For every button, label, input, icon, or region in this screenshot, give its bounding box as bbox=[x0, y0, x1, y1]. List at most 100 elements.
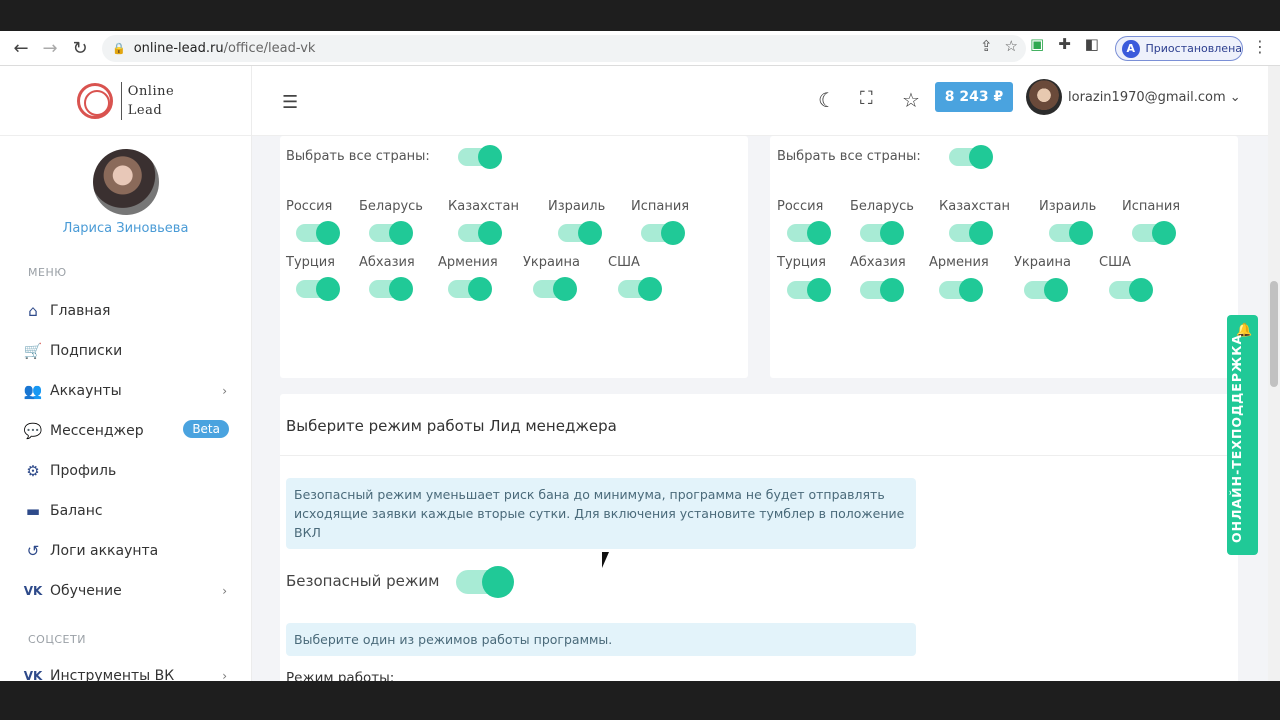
country-label: Абхазия bbox=[359, 255, 415, 270]
country-label: Беларусь bbox=[850, 199, 914, 214]
kebab-menu-icon[interactable]: ⋮ bbox=[1252, 37, 1268, 56]
scrollbar-thumb[interactable] bbox=[1270, 281, 1278, 387]
main-content: Выбрать все страны: Россия Беларусь Каза… bbox=[252, 136, 1268, 681]
history-icon: ↺ bbox=[26, 542, 40, 560]
profile-status: Приостановлена bbox=[1145, 42, 1242, 55]
back-icon[interactable]: ← bbox=[6, 33, 36, 63]
sidebar-item-subscriptions[interactable]: 🛒 Подписки bbox=[0, 331, 251, 371]
home-icon: ⌂ bbox=[28, 302, 38, 320]
chevron-right-icon: › bbox=[222, 584, 227, 598]
country-toggle[interactable] bbox=[618, 277, 662, 301]
forward-icon[interactable]: → bbox=[35, 33, 65, 63]
social-section-title: СОЦСЕТИ bbox=[28, 633, 86, 646]
user-email-dropdown[interactable]: lorazin1970@gmail.com ⌄ bbox=[1068, 90, 1241, 105]
sidebar-item-messenger[interactable]: 💬 Мессенджер Beta bbox=[0, 411, 251, 451]
moon-icon[interactable]: ☾ bbox=[818, 88, 836, 112]
country-toggle[interactable] bbox=[1049, 221, 1093, 245]
logo-text: Online Lead bbox=[120, 81, 175, 120]
country-toggle[interactable] bbox=[949, 221, 993, 245]
video-frame: ← → ↻ 🔒 online-lead.ru/office/lead-vk ⇪ … bbox=[0, 0, 1280, 720]
country-toggle[interactable] bbox=[787, 221, 831, 245]
share-icon[interactable]: ⇪ bbox=[980, 37, 993, 55]
logo[interactable]: Online Lead bbox=[0, 66, 251, 136]
country-toggle[interactable] bbox=[369, 277, 413, 301]
country-toggle[interactable] bbox=[296, 221, 340, 245]
profile-button[interactable]: A Приостановлена bbox=[1115, 36, 1243, 61]
support-tab[interactable]: 🔔 ОНЛАЙН-ТЕХПОДДЕРЖКА bbox=[1227, 315, 1258, 555]
divider bbox=[280, 455, 1238, 456]
sidebar-item-vk-tools[interactable]: VK Инструменты ВК › bbox=[0, 656, 251, 681]
sidepanel-icon[interactable]: ◧ bbox=[1085, 35, 1099, 53]
sidebar-item-home[interactable]: ⌂ Главная bbox=[0, 291, 251, 331]
scrollbar[interactable] bbox=[1268, 66, 1280, 681]
country-label: Украина bbox=[1014, 255, 1071, 270]
country-label: Израиль bbox=[548, 199, 606, 214]
country-label: Испания bbox=[631, 199, 690, 214]
countries-card-right: Выбрать все страны: Россия Беларусь Каза… bbox=[770, 136, 1238, 378]
country-toggle[interactable] bbox=[558, 221, 602, 245]
sidebar-item-label: Профиль bbox=[50, 463, 117, 479]
safe-mode-toggle[interactable] bbox=[456, 566, 514, 598]
user-avatar[interactable] bbox=[1026, 79, 1062, 115]
sidebar-item-logs[interactable]: ↺ Логи аккаунта bbox=[0, 531, 251, 571]
country-toggle[interactable] bbox=[458, 221, 502, 245]
puzzle-icon[interactable]: ✚ bbox=[1058, 35, 1071, 53]
sidebar-item-balance[interactable]: ▬ Баланс bbox=[0, 491, 251, 531]
country-label: Турция bbox=[286, 255, 336, 270]
country-toggle[interactable] bbox=[939, 278, 983, 302]
country-toggle[interactable] bbox=[641, 221, 685, 245]
country-label: Армения bbox=[438, 255, 498, 270]
sidebar-item-label: Баланс bbox=[50, 503, 103, 519]
user-name[interactable]: Лариса Зиновьева bbox=[0, 221, 251, 236]
country-toggle[interactable] bbox=[369, 221, 413, 245]
fullscreen-icon[interactable]: ⛶ bbox=[860, 88, 873, 109]
country-toggle[interactable] bbox=[448, 277, 492, 301]
menu-section-title: МЕНЮ bbox=[28, 266, 67, 279]
country-toggle[interactable] bbox=[1132, 221, 1176, 245]
sidebar-item-profile[interactable]: ⚙ Профиль bbox=[0, 451, 251, 491]
country-label: Казахстан bbox=[448, 199, 519, 214]
select-all-toggle[interactable] bbox=[949, 145, 993, 169]
avatar[interactable] bbox=[92, 149, 159, 215]
chevron-down-icon: ⌄ bbox=[1229, 90, 1241, 105]
country-label: США bbox=[1099, 255, 1131, 270]
select-all-label: Выбрать все страны: bbox=[286, 149, 430, 164]
country-label: Абхазия bbox=[850, 255, 906, 270]
browser-toolbar: ← → ↻ 🔒 online-lead.ru/office/lead-vk ⇪ … bbox=[0, 31, 1280, 66]
select-all-toggle[interactable] bbox=[458, 145, 502, 169]
country-toggle[interactable] bbox=[296, 277, 340, 301]
extension-box-icon[interactable]: ▣ bbox=[1030, 35, 1044, 53]
reload-icon[interactable]: ↻ bbox=[65, 33, 95, 63]
chat-icon: 💬 bbox=[23, 422, 43, 440]
logo-line1: Online bbox=[127, 83, 175, 99]
sidebar-item-label: Подписки bbox=[50, 343, 123, 359]
country-label: Турция bbox=[777, 255, 827, 270]
country-label: Россия bbox=[286, 199, 333, 214]
sidebar-item-accounts[interactable]: 👥 Аккаунты › bbox=[0, 371, 251, 411]
country-toggle[interactable] bbox=[1024, 278, 1068, 302]
vk-icon: VK bbox=[23, 584, 43, 598]
sidebar-item-learning[interactable]: VK Обучение › bbox=[0, 571, 251, 611]
wallet-icon: ▬ bbox=[25, 502, 41, 520]
country-toggle[interactable] bbox=[860, 278, 904, 302]
country-toggle[interactable] bbox=[787, 278, 831, 302]
lock-icon: 🔒 bbox=[112, 42, 126, 55]
country-toggle[interactable] bbox=[1109, 278, 1153, 302]
balance-button[interactable]: 8 243 ₽ bbox=[935, 82, 1013, 112]
sidebar-item-label: Мессенджер bbox=[50, 423, 144, 439]
star-icon[interactable]: ☆ bbox=[902, 88, 920, 112]
country-toggle[interactable] bbox=[860, 221, 904, 245]
country-toggle[interactable] bbox=[533, 277, 577, 301]
sidebar-item-label: Главная bbox=[50, 303, 111, 319]
select-all-label: Выбрать все страны: bbox=[777, 149, 921, 164]
beta-badge: Beta bbox=[183, 420, 229, 438]
sidebar-item-label: Логи аккаунта bbox=[50, 543, 159, 559]
hamburger-menu-icon[interactable]: ☰ bbox=[282, 92, 298, 113]
country-label: Израиль bbox=[1039, 199, 1097, 214]
country-label: Украина bbox=[523, 255, 580, 270]
sidebar-item-label: Инструменты ВК bbox=[50, 668, 175, 681]
country-label: Россия bbox=[777, 199, 824, 214]
countries-card-left: Выбрать все страны: Россия Беларусь Каза… bbox=[280, 136, 748, 378]
star-icon[interactable]: ☆ bbox=[1005, 37, 1018, 55]
address-bar[interactable]: 🔒 online-lead.ru/office/lead-vk ⇪ ☆ bbox=[102, 35, 1026, 62]
